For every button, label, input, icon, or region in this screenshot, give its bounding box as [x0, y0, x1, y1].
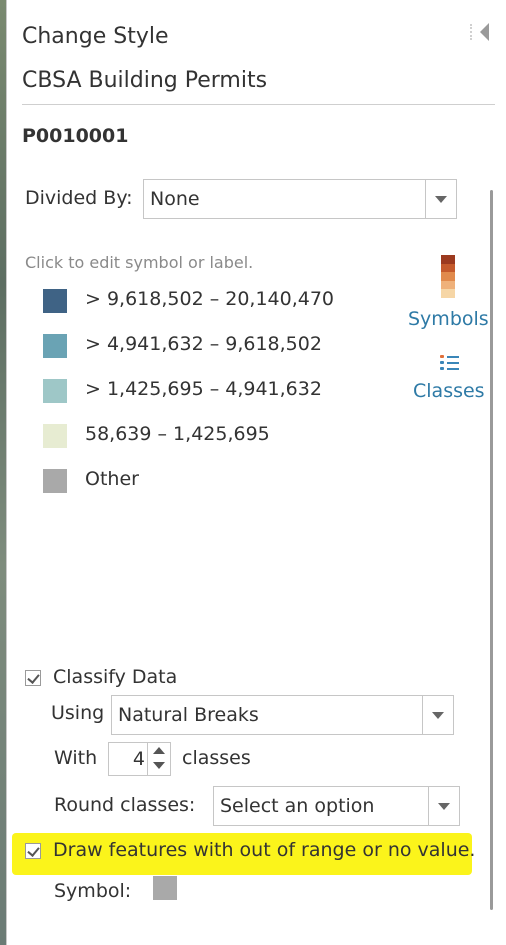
classification-method-value: Natural Breaks: [118, 704, 259, 726]
line: [447, 368, 459, 370]
class-label[interactable]: > 9,618,502 – 20,140,470: [85, 288, 334, 310]
collapse-panel-button[interactable]: [470, 20, 490, 44]
increment-icon[interactable]: [153, 747, 165, 754]
out-of-range-symbol-swatch[interactable]: [153, 876, 177, 900]
layer-name: CBSA Building Permits: [22, 68, 268, 93]
class-symbol-swatch[interactable]: [43, 289, 67, 313]
bullet: [440, 367, 444, 370]
chevron-down-icon: [438, 803, 450, 810]
class-label[interactable]: Other: [85, 468, 139, 490]
divider: [22, 104, 495, 105]
classes-button[interactable]: Classes: [413, 380, 485, 402]
divided-by-select[interactable]: None: [143, 179, 457, 219]
draw-out-of-range-checkbox[interactable]: [25, 843, 41, 859]
round-classes-label: Round classes:: [54, 794, 196, 816]
method-dropdown-button[interactable]: [422, 696, 453, 734]
classes-suffix-label: classes: [182, 747, 251, 769]
ramp-step: [441, 263, 455, 273]
line: [447, 356, 459, 358]
symbol-label: Symbol:: [54, 880, 132, 902]
chevron-down-icon: [432, 712, 444, 719]
checkmark-icon: [27, 844, 40, 857]
class-label[interactable]: > 4,941,632 – 9,618,502: [85, 333, 322, 355]
ramp-step: [441, 280, 455, 290]
divided-by-dropdown-button[interactable]: [425, 180, 456, 218]
classify-data-label: Classify Data: [53, 666, 178, 688]
divided-by-value: None: [150, 188, 200, 210]
ramp-step: [441, 289, 455, 298]
class-count-value[interactable]: 4: [133, 748, 145, 770]
scrollbar[interactable]: [490, 190, 493, 910]
class-label[interactable]: > 1,425,695 – 4,941,632: [85, 378, 322, 400]
checkmark-icon: [27, 671, 40, 684]
round-classes-value: Select an option: [220, 795, 375, 817]
drag-handle-icon: [470, 24, 474, 40]
class-symbol-swatch[interactable]: [43, 334, 67, 358]
classification-method-select[interactable]: Natural Breaks: [111, 695, 454, 735]
class-symbol-swatch[interactable]: [43, 379, 67, 403]
bullet: [440, 361, 444, 364]
divided-by-label: Divided By:: [25, 187, 133, 209]
class-label[interactable]: 58,639 – 1,425,695: [85, 423, 270, 445]
ramp-step: [441, 272, 455, 281]
symbols-button[interactable]: Symbols: [408, 308, 489, 330]
legend-hint: Click to edit symbol or label.: [25, 253, 254, 272]
field-name: P0010001: [22, 125, 129, 147]
round-dropdown-button[interactable]: [428, 787, 459, 825]
class-count-stepper[interactable]: 4: [108, 742, 171, 776]
ramp-step: [441, 255, 455, 264]
class-symbol-swatch[interactable]: [43, 424, 67, 448]
draw-out-of-range-label: Draw features with out of range or no va…: [53, 839, 476, 861]
decrement-icon[interactable]: [153, 762, 165, 769]
classes-list-icon[interactable]: [440, 355, 460, 371]
collapse-left-icon: [480, 23, 489, 41]
panel-title: Change Style: [22, 24, 169, 49]
symbols-ramp-icon[interactable]: [441, 255, 455, 298]
round-classes-select[interactable]: Select an option: [213, 786, 460, 826]
stepper-controls: [147, 743, 170, 775]
using-label: Using: [51, 702, 105, 724]
bullet: [440, 355, 444, 358]
classify-data-checkbox[interactable]: [25, 670, 41, 686]
class-symbol-swatch[interactable]: [43, 469, 67, 493]
chevron-down-icon: [435, 196, 447, 203]
line: [447, 362, 459, 364]
with-label: With: [54, 747, 98, 769]
